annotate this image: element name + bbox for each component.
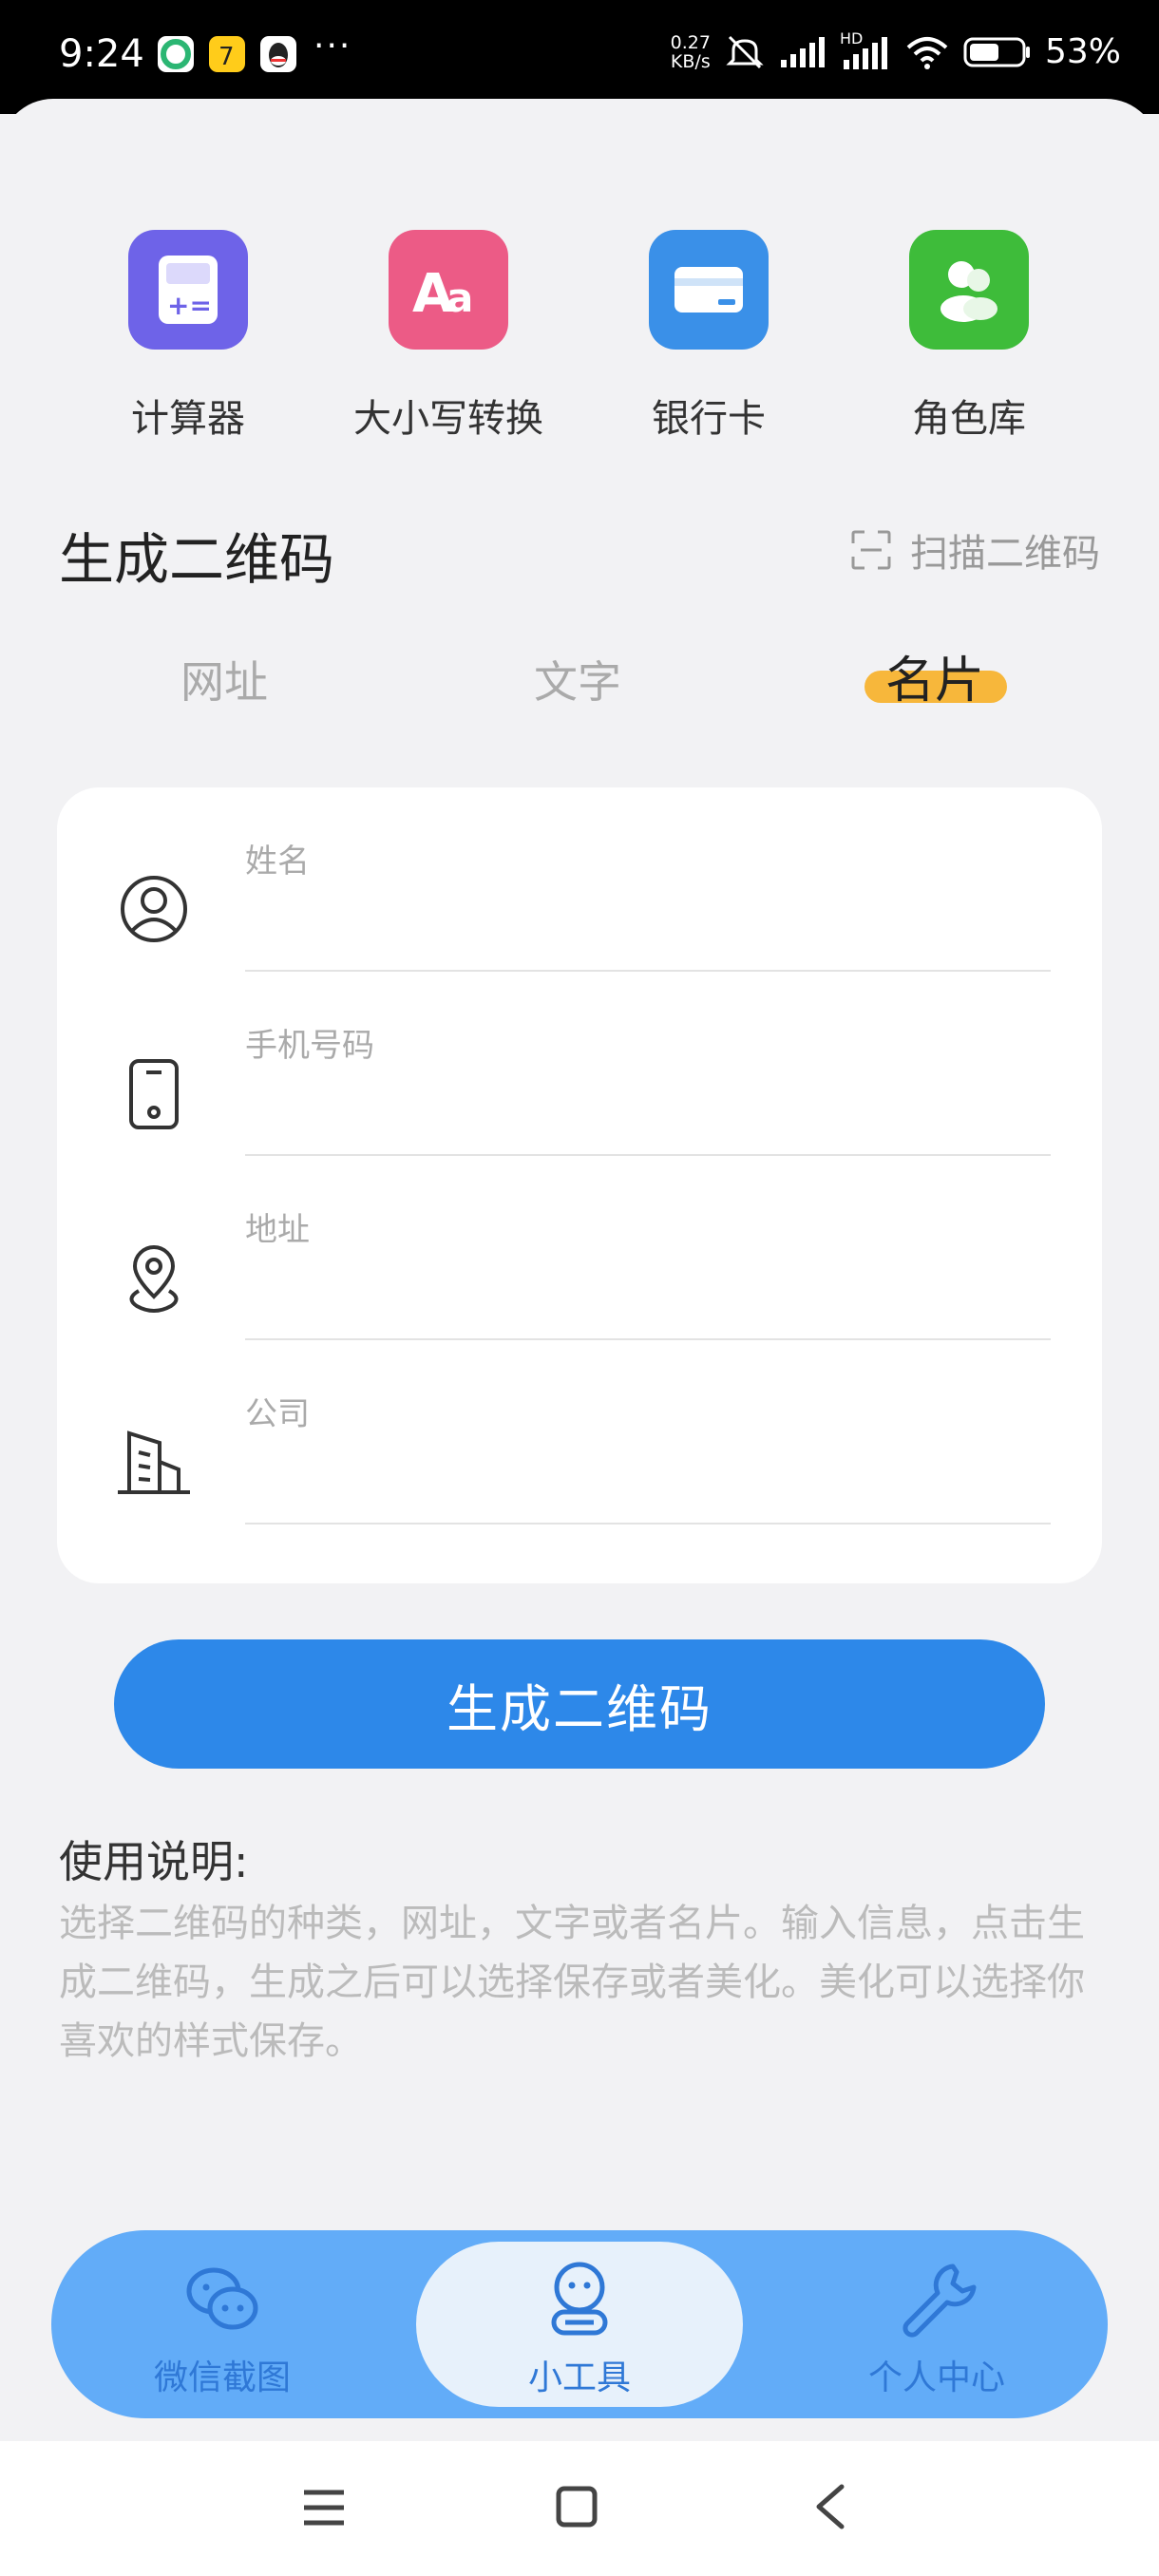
tool-label: 银行卡 [652,397,766,441]
tool-label: 角色库 [912,397,1026,441]
wifi-icon [906,36,948,69]
character-library-icon [909,230,1029,350]
building-icon [118,1430,190,1494]
nav-label: 小工具 [527,2358,631,2397]
page-content: += 计算器 A a 大小写转换 银行卡 角色库 生成二维码 扫描二维码 网址 … [0,99,1159,2441]
name-field[interactable] [245,882,1047,941]
generate-qr-button[interactable]: 生成二维码 [114,1639,1045,1769]
system-navigation-bar [0,2441,1159,2576]
battery-icon [963,37,1030,66]
menu-icon[interactable] [302,2489,346,2527]
scan-icon [851,530,891,570]
network-speed: 0.27 KB/s [670,31,711,72]
nav-wechat-screenshot[interactable]: 微信截图 [61,2230,384,2418]
tool-character-library[interactable]: 角色库 [855,230,1083,443]
scan-qr-link[interactable]: 扫描二维码 [851,522,1100,578]
hd-signal-icon: HD [840,29,891,71]
battery-percent: 53% [1044,32,1121,71]
text-case-icon: A a [389,230,508,350]
tool-calculator[interactable]: += 计算器 [74,230,302,443]
back-icon[interactable] [813,2483,846,2530]
tool-label: 大小写转换 [353,397,543,441]
mute-icon [726,35,764,68]
nav-personal-center[interactable]: 个人中心 [775,2230,1098,2418]
form-row-name: 姓名 [57,787,1102,972]
company-field[interactable] [245,1435,1047,1494]
home-icon[interactable] [555,2485,598,2529]
calculator-icon: += [128,230,248,350]
instructions-title: 使用说明: [59,1836,249,1887]
divider [245,1523,1051,1525]
business-card-form: 姓名 手机号码 地址 公司 [57,787,1102,1583]
section-title: 生成二维码 [59,527,335,592]
nav-label: 微信截图 [153,2358,291,2397]
tool-bank-card[interactable]: 银行卡 [595,230,823,443]
bottom-nav: 微信截图 小工具 个人中心 [51,2230,1108,2418]
person-icon [121,876,187,942]
wrench-icon [902,2263,977,2338]
address-field[interactable] [245,1251,1047,1310]
instructions-text: 选择二维码的种类，网址，文字或者名片。输入信息，点击生成二维码，生成之后可以选择… [59,1902,1085,2063]
scan-label: 扫描二维码 [910,532,1100,576]
form-row-phone: 手机号码 [57,972,1102,1156]
status-bar: 9:24 7 ··· 0.27 KB/s HD 53% [0,0,1159,114]
phone-field[interactable] [245,1067,1047,1126]
tool-label: 计算器 [131,397,245,441]
chat-bubbles-icon [186,2267,258,2330]
app-notification-icon-1 [158,36,194,72]
signal-icon [780,36,825,67]
name-label: 姓名 [245,843,310,881]
phone-label: 手机号码 [245,1027,374,1065]
address-label: 地址 [245,1211,310,1249]
app-notification-icon-2: 7 [209,36,245,72]
more-notifications-icon: ··· [314,27,352,66]
status-time: 9:24 [59,32,144,76]
tab-url[interactable]: 网址 [180,648,268,710]
tab-business-card[interactable]: 名片 [885,640,984,711]
phone-icon [129,1059,179,1129]
svg-text:7: 7 [218,43,235,71]
form-row-company: 公司 [57,1340,1102,1525]
qq-icon [260,36,296,72]
svg-text:+=: += [167,290,212,321]
company-label: 公司 [245,1395,310,1433]
svg-text:a: a [446,275,473,321]
location-icon [129,1245,179,1313]
form-row-address: 地址 [57,1156,1102,1340]
tab-text[interactable]: 文字 [534,648,621,710]
nav-label: 个人中心 [867,2358,1005,2397]
bank-card-icon [649,230,769,350]
tool-text-case[interactable]: A a 大小写转换 [334,230,562,443]
robot-icon [551,2262,608,2336]
status-indicators: 0.27 KB/s HD 53% [670,29,1121,72]
nav-tools[interactable]: 小工具 [418,2230,741,2418]
